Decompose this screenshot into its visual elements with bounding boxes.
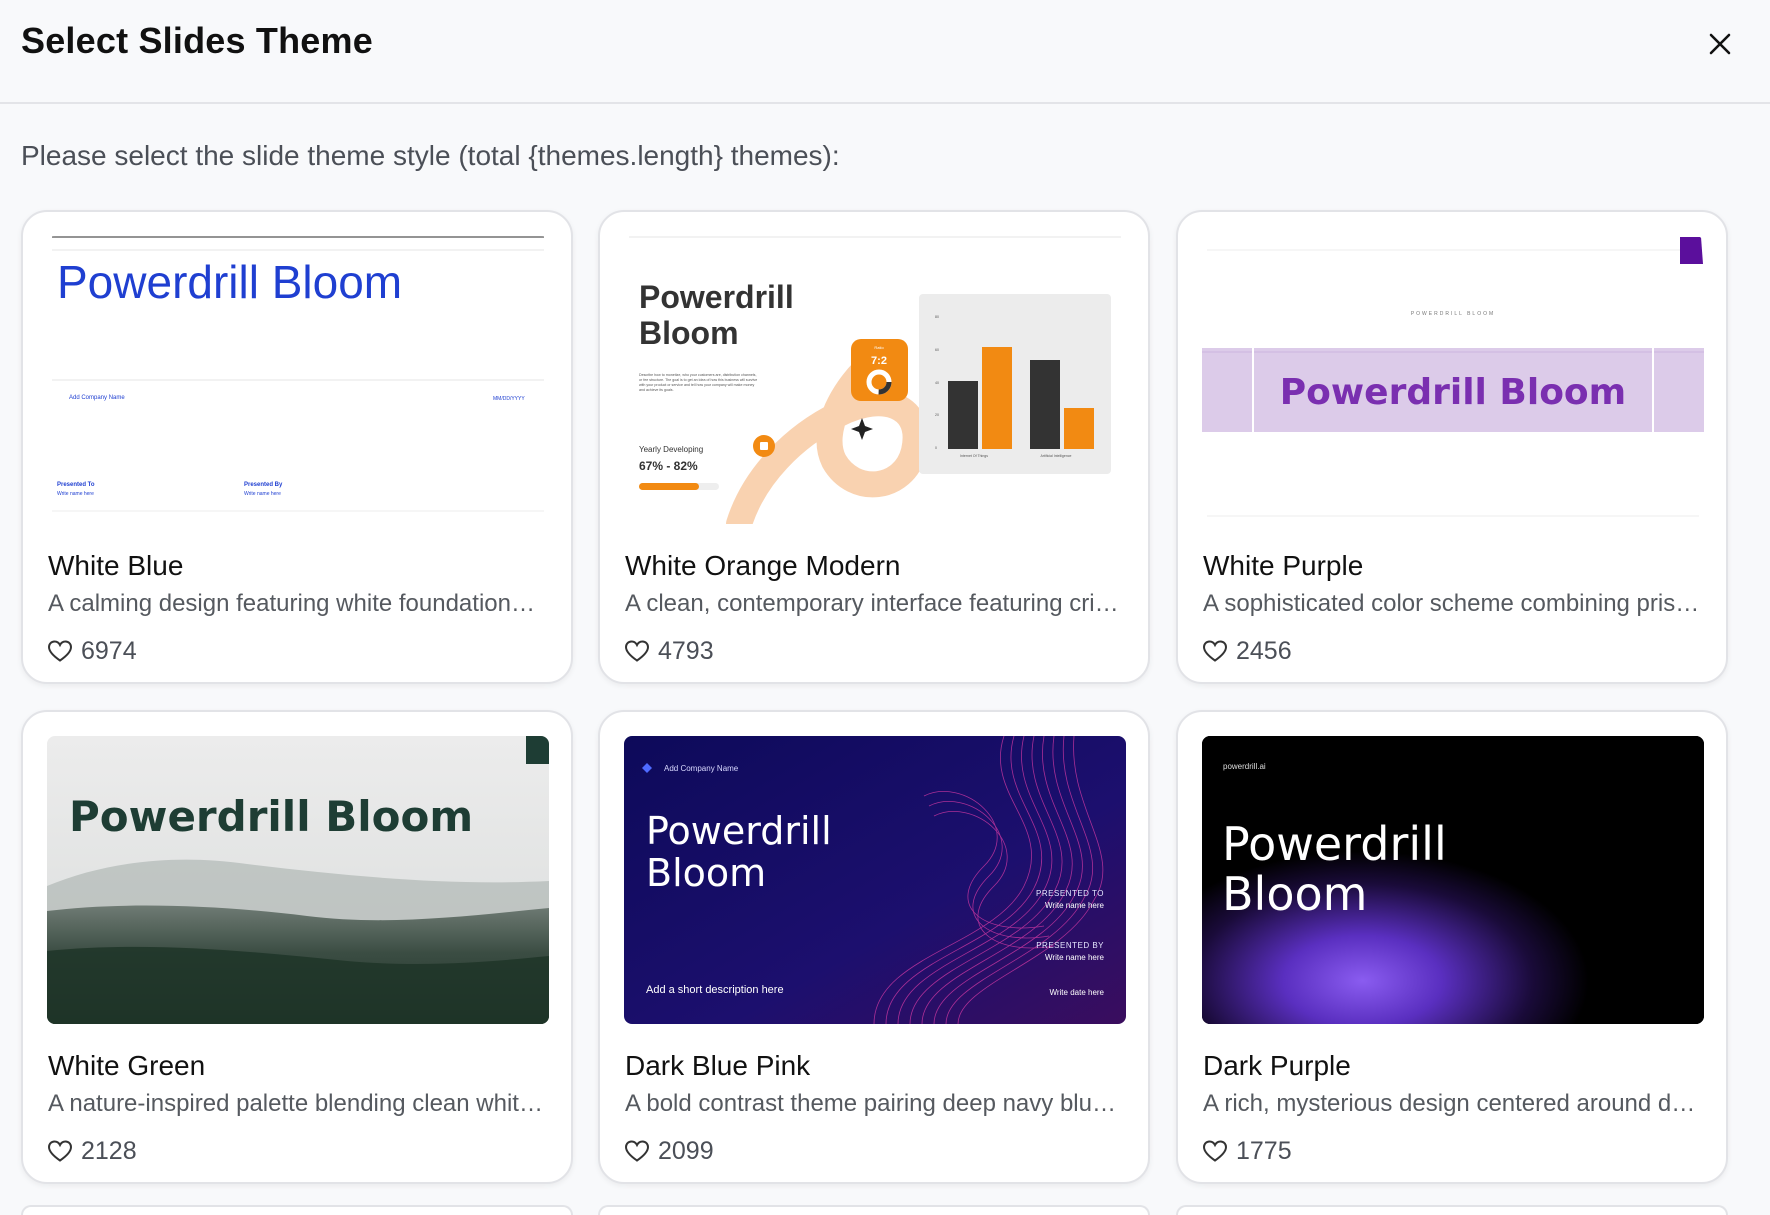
theme-title: Dark Blue Pink [625,1050,811,1081]
svg-text:or fee structure. The goal is: or fee structure. The goal is to get an … [639,378,757,382]
svg-text:Powerdrill Bloom: Powerdrill Bloom [69,792,473,841]
like-button[interactable]: 2099 [624,1136,714,1166]
theme-description: A clean, contemporary interface featurin… [625,590,1119,617]
heart-icon [47,1140,73,1162]
theme-title: White Green [48,1050,206,1081]
theme-card-dark-purple[interactable]: powerdrill.ai Powerdrill Bloom Dark Purp… [1176,710,1728,1184]
thumb-title: Powerdrill Bloom [57,256,402,308]
svg-text:Write name here: Write name here [57,491,94,497]
svg-text:Presented By: Presented By [244,482,283,488]
theme-card-partial[interactable] [598,1205,1150,1215]
theme-thumbnail: Powerdrill Bloom Describe how to monetiz… [624,236,1126,524]
theme-description: A rich, mysterious design centered aroun… [1203,1090,1708,1117]
theme-card-dark-blue-pink[interactable]: Add Company Name Powerdrill Bloom PRESEN… [598,710,1150,1184]
theme-title: Dark Purple [1203,1050,1351,1081]
like-button[interactable]: 2456 [1202,636,1292,666]
like-button[interactable]: 1775 [1202,1136,1292,1166]
theme-description: A nature-inspired palette blending clean… [48,1090,543,1117]
like-button[interactable]: 2128 [47,1136,137,1166]
like-count: 2099 [658,1136,714,1165]
svg-text:20: 20 [935,413,939,417]
svg-text:Write name here: Write name here [1045,953,1105,962]
like-count: 4793 [658,636,714,665]
theme-description: A sophisticated color scheme combining p… [1203,590,1700,617]
svg-text:40: 40 [935,381,939,385]
svg-text:Bloom: Bloom [646,851,766,895]
theme-title: White Orange Modern [625,550,901,581]
svg-text:with your product or service a: with your product or service and tell ho… [639,383,754,387]
svg-text:7:2: 7:2 [871,355,887,367]
close-icon [1709,33,1731,55]
theme-card-white-purple[interactable]: POWERDRILL BLOOM Powerdrill Bloom White … [1176,210,1728,684]
svg-text:MM/DD/YYYY: MM/DD/YYYY [493,396,525,402]
theme-card-white-green[interactable]: Powerdrill Bloom White Green A nature-in… [21,710,573,1184]
like-button[interactable]: 4793 [624,636,714,666]
svg-text:PRESENTED TO: PRESENTED TO [1036,889,1104,898]
svg-text:Artificial Intelligence: Artificial Intelligence [1041,454,1072,458]
theme-description: A calming design featuring white foundat… [48,590,535,617]
svg-text:Powerdrill: Powerdrill [639,279,794,315]
theme-thumbnail: powerdrill.ai Powerdrill Bloom [1202,736,1704,1024]
theme-card-white-orange-modern[interactable]: Powerdrill Bloom Describe how to monetiz… [598,210,1150,684]
close-button[interactable] [1700,24,1740,64]
svg-text:Bloom: Bloom [639,315,739,351]
svg-text:Yearly Developing: Yearly Developing [639,445,703,454]
heart-icon [1202,640,1228,662]
theme-card-white-blue[interactable]: Powerdrill Bloom Add Company Name MM/DD/… [21,210,573,684]
like-count: 2456 [1236,636,1292,665]
heart-icon [624,640,650,662]
dialog-title: Select Slides Theme [21,20,373,61]
theme-thumbnail: Powerdrill Bloom [47,736,549,1024]
svg-text:67% - 82%: 67% - 82% [639,459,698,473]
svg-text:60: 60 [935,348,939,352]
svg-text:Powerdrill Bloom: Powerdrill Bloom [1280,372,1626,413]
theme-card-partial[interactable] [21,1205,573,1215]
svg-text:0: 0 [935,446,937,450]
svg-text:PRESENTED BY: PRESENTED BY [1036,941,1104,950]
svg-text:Add a short description here: Add a short description here [646,984,784,996]
heart-icon [624,1140,650,1162]
dialog-header: Select Slides Theme [0,0,1770,104]
svg-text:Bloom: Bloom [1222,867,1367,921]
svg-text:Add Company Name: Add Company Name [69,395,125,401]
theme-title: White Blue [48,550,184,581]
like-count: 2128 [81,1136,137,1165]
svg-text:Ratio: Ratio [874,345,884,350]
svg-text:80: 80 [935,315,939,319]
svg-text:Internet Of Things: Internet Of Things [960,454,988,458]
svg-text:and achieve its goals.: and achieve its goals. [639,388,674,392]
dialog-subtitle: Please select the slide theme style (tot… [21,140,840,171]
like-button[interactable]: 6974 [47,636,137,666]
theme-thumbnail: Powerdrill Bloom Add Company Name MM/DD/… [47,236,549,524]
svg-text:powerdrill.ai: powerdrill.ai [1223,762,1266,771]
svg-text:Powerdrill: Powerdrill [646,809,832,853]
theme-card-partial[interactable] [1176,1205,1728,1215]
theme-thumbnail: Add Company Name Powerdrill Bloom PRESEN… [624,736,1126,1024]
svg-text:Write name here: Write name here [244,491,281,497]
heart-icon [47,640,73,662]
theme-title: White Purple [1203,550,1364,581]
theme-thumbnail: POWERDRILL BLOOM Powerdrill Bloom [1202,236,1704,524]
svg-text:Add Company Name: Add Company Name [664,764,739,773]
like-count: 1775 [1236,1136,1292,1165]
svg-text:Write name here: Write name here [1045,901,1105,910]
heart-icon [1202,1140,1228,1162]
svg-text:Write date here: Write date here [1049,988,1104,997]
svg-text:Presented To: Presented To [57,482,95,488]
svg-text:Describe how to monetize, who: Describe how to monetize, who your custo… [639,373,756,377]
svg-text:POWERDRILL BLOOM: POWERDRILL BLOOM [1411,311,1495,317]
like-count: 6974 [81,636,137,665]
theme-description: A bold contrast theme pairing deep navy … [625,1090,1116,1117]
svg-text:Powerdrill: Powerdrill [1222,817,1447,871]
